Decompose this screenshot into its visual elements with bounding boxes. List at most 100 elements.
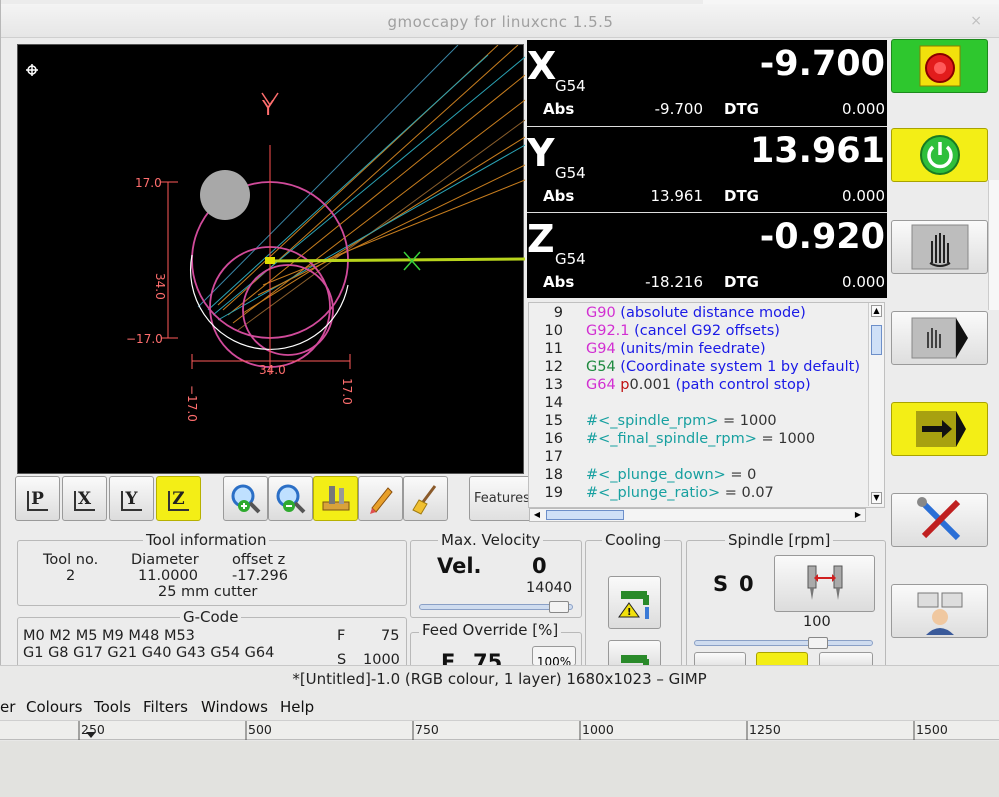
spindle-override-slider-thumb[interactable] (808, 637, 829, 649)
gcode-line-text: G90 (absolute distance mode) (586, 305, 806, 321)
scroll-right-icon[interactable]: ▶ (852, 509, 864, 521)
cooling-title: Cooling (602, 531, 665, 549)
power-icon (919, 135, 960, 175)
features-button[interactable]: Features (469, 476, 537, 521)
gcode-token: G92.1 (586, 323, 630, 339)
close-icon[interactable]: × (970, 13, 982, 29)
view-z-button[interactable]: Z (156, 476, 201, 521)
menu-tools[interactable]: Tools (94, 698, 131, 716)
gimp-canvas-area[interactable] (0, 741, 999, 797)
dro-x-dtg-value: 0.000 (842, 100, 885, 118)
dimensions-toggle-button[interactable] (313, 476, 358, 521)
spindle-override-value: 100 (803, 614, 831, 630)
clear-plot-button[interactable] (403, 476, 448, 521)
feed-label: F (337, 628, 346, 644)
spindle-title: Spindle [rpm] (725, 531, 834, 549)
zoom-out-button[interactable] (268, 476, 313, 521)
ruler-label-500: 500 (248, 722, 272, 737)
dim-height-label: 34.0 (153, 273, 167, 300)
spindle-label: S (713, 572, 729, 596)
spindle-override-slider[interactable] (694, 637, 873, 649)
gcode-line-text: G94 (units/min feedrate) (586, 341, 766, 357)
tool-no-value: 2 (66, 568, 76, 584)
mist-coolant-button[interactable] (608, 640, 661, 666)
gcode-horizontal-scrollbar[interactable]: ◀ ▶ (529, 508, 866, 522)
zoom-out-icon (276, 484, 305, 513)
gimp-menubar: er Colours Tools Filters Windows Help (0, 693, 999, 720)
gcode-token: #<_spindle_rpm> (586, 413, 719, 429)
dro-z-axis: Z (527, 217, 555, 261)
settings-button[interactable] (891, 493, 988, 547)
view-z-label: Z (168, 489, 189, 511)
gcode-token: G54 (586, 359, 616, 375)
menu-layer[interactable]: er (0, 698, 15, 716)
machine-on-button[interactable] (891, 128, 988, 182)
gcode-token: (cancel G92 offsets) (629, 323, 780, 339)
gcode-token: (absolute distance mode) (615, 305, 806, 321)
dro-z-value: -0.920 (759, 217, 885, 257)
zoom-in-button[interactable] (223, 476, 268, 521)
ruler-label-750: 750 (415, 722, 439, 737)
menu-filters[interactable]: Filters (143, 698, 188, 716)
flood-coolant-button[interactable]: ! (608, 576, 661, 629)
offset-z-label: offset z (232, 552, 286, 568)
zoom-in-icon (231, 484, 260, 513)
gcode-token: = 1000 (756, 431, 816, 447)
gcode-line-text: #<_spindle_rpm> = 1000 (586, 413, 777, 429)
emergency-stop-button[interactable] (891, 39, 988, 93)
gcode-token: G94 (586, 341, 616, 357)
gcode-token: G64 (586, 377, 621, 393)
view-y-button[interactable]: Y (109, 476, 154, 521)
background-window-edge (988, 180, 999, 310)
tool-info-title: Tool information (143, 531, 270, 549)
dro-x-dtg-label: DTG (724, 100, 759, 118)
spindle-direction-button[interactable] (774, 555, 875, 612)
tool-no-label: Tool no. (43, 552, 99, 568)
gcode-source-view[interactable]: 9 G90 (absolute distance mode) 10 G92.1 (ca… (528, 302, 885, 508)
menu-colours[interactable]: Colours (26, 698, 82, 716)
dro-z: Z G54 -0.920 Abs -18.216 DTG 0.000 (527, 212, 887, 298)
feed-override-reset-button[interactable]: 100% (532, 646, 576, 666)
velocity-slider-thumb[interactable] (549, 601, 570, 613)
gcode-line-text: #<_final_spindle_rpm> = 1000 (586, 431, 815, 447)
spindle-stop-button[interactable] (756, 652, 808, 666)
menu-help[interactable]: Help (280, 698, 314, 716)
view-x-button[interactable]: X (62, 476, 107, 521)
feed-override-title: Feed Override [%] (419, 621, 562, 639)
scroll-down-icon[interactable]: ▼ (871, 492, 882, 504)
view-p-button[interactable]: P (15, 476, 60, 521)
diameter-label: Diameter (131, 552, 199, 568)
dro-z-dtg-value: 0.000 (842, 273, 885, 291)
scroll-left-icon[interactable]: ◀ (531, 509, 543, 521)
gcode-vertical-scrollbar[interactable]: ▲ ▼ (868, 303, 884, 506)
active-gcodes: G1 G8 G17 G21 G40 G43 G54 G64 (23, 645, 275, 661)
velocity-slider[interactable] (419, 601, 573, 613)
spindle-cw-button[interactable] (819, 652, 873, 666)
hand-arrow-icon (911, 317, 968, 359)
dim-top-label: 17.0 (135, 176, 162, 190)
user-tabs-button[interactable] (891, 584, 988, 638)
gcode-token: (Coordinate system 1 by default) (615, 359, 860, 375)
arrow-right-icon (915, 411, 966, 447)
draw-tool-path-button[interactable] (358, 476, 403, 521)
scroll-thumb[interactable] (871, 325, 882, 355)
gcode-token: #<_plunge_down> (586, 467, 726, 483)
spindle-ccw-button[interactable] (694, 652, 746, 666)
gcode-token: G90 (586, 305, 616, 321)
ruler-ticks (78, 721, 915, 740)
scroll-up-icon[interactable]: ▲ (871, 305, 882, 317)
auto-mode-button[interactable] (891, 402, 988, 456)
dro-x-value: -9.700 (759, 44, 885, 84)
ruler-label-1250: 1250 (749, 722, 781, 737)
mdi-mode-button[interactable] (891, 311, 988, 365)
gcode-line-text: G54 (Coordinate system 1 by default) (586, 359, 860, 375)
gcode-line-number: 18 (544, 467, 563, 483)
manual-mode-button[interactable] (891, 220, 988, 274)
diameter-value: 11.0000 (138, 568, 198, 584)
feed-value: 75 (381, 628, 400, 644)
dro-x: X G54 -9.700 Abs -9.700 DTG 0.000 (527, 40, 887, 126)
menu-windows[interactable]: Windows (201, 698, 268, 716)
hscroll-thumb[interactable] (546, 510, 624, 520)
gcode-line-text: G92.1 (cancel G92 offsets) (586, 323, 780, 339)
toolpath-preview[interactable]: Y 17.0 −17.0 34.0 34.0 −17.0 17.0 (17, 44, 526, 474)
